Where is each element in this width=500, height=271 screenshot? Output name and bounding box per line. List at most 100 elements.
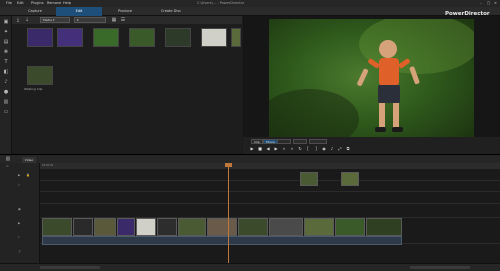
movie-mode-button[interactable]: Movie (263, 139, 278, 144)
library-thumb-label: Walking Clip (24, 87, 43, 91)
library-thumb-walking[interactable] (27, 66, 53, 85)
fast-forward-icon[interactable]: » (281, 146, 287, 152)
timeline-clip[interactable] (269, 218, 303, 236)
maximize-icon[interactable]: □ (487, 1, 490, 5)
fullscreen-icon[interactable]: ⤢ (337, 146, 343, 152)
timeline-clip[interactable] (341, 172, 359, 186)
timeline: ⇔ ▶ 🔒 ♪ ▣ ▶ ♪ ♫ 00:00:00 (0, 163, 500, 263)
snapshot-icon[interactable]: ◉ (321, 146, 327, 152)
room-toolbar: ▣ ✦ ▤ ❋ T ◧ ♪ ● ▥ ▭ (0, 16, 12, 154)
track-divider (40, 203, 500, 204)
clip-mode-button[interactable]: Clip (251, 139, 263, 144)
mode-bar: Capture Edit Produce Create Disc PowerDi… (0, 7, 500, 17)
timeline-clip[interactable] (238, 218, 268, 236)
library-thumb-5[interactable] (165, 28, 191, 47)
timeline-clip[interactable] (136, 218, 156, 236)
playhead[interactable] (225, 163, 232, 263)
boy-figure (269, 19, 474, 147)
timecode-display (309, 139, 327, 144)
tab-edit[interactable]: Edit (56, 7, 102, 16)
tab-produce[interactable]: Produce (102, 7, 148, 16)
menu-remove[interactable]: Remove (47, 1, 61, 5)
volume-icon[interactable]: ♪ (329, 146, 335, 152)
timeline-clip[interactable] (178, 218, 206, 236)
transition-room-icon[interactable]: ◧ (2, 69, 10, 76)
download-icon[interactable]: ⇣ (23, 16, 31, 24)
grid-view-icon[interactable]: ▦ (110, 16, 118, 24)
library-thumb-2[interactable] (57, 28, 83, 47)
library-view-dropdown[interactable]: ▾ (74, 17, 106, 23)
ruler-tick: 00:00:00 (42, 164, 54, 167)
zoom-slider[interactable] (410, 266, 470, 269)
minimize-icon[interactable]: – (480, 1, 482, 5)
timeline-clip[interactable] (300, 172, 318, 186)
track-divider (40, 191, 500, 192)
timeline-clip[interactable] (366, 218, 402, 236)
mark-in-icon[interactable]: [ (305, 146, 311, 152)
media-filter-dropdown[interactable]: Media ▾ (40, 17, 70, 23)
pip-room-icon[interactable]: ▤ (2, 39, 10, 46)
menu-edit[interactable]: Edit (17, 1, 24, 5)
track-headers: ⇔ ▶ 🔒 ♪ ▣ ▶ ♪ ♫ (0, 163, 40, 263)
timeline-clip[interactable] (117, 218, 135, 236)
timeline-clip[interactable] (335, 218, 365, 236)
effect-room-icon[interactable]: ✦ (2, 29, 10, 36)
preview-option-button[interactable] (293, 139, 307, 144)
track-video-icon: ▶ (18, 173, 21, 177)
subtitle-room-icon[interactable]: ▭ (2, 109, 10, 116)
library-thumb-7[interactable] (231, 28, 241, 47)
media-room-icon[interactable]: ▣ (2, 19, 10, 26)
fit-icon[interactable]: ⇔ (6, 164, 9, 168)
preview-panel (243, 16, 500, 154)
audio-mix-icon[interactable]: ♪ (2, 79, 10, 86)
stop-icon[interactable]: ■ (257, 146, 263, 152)
title-room-icon[interactable]: T (2, 59, 10, 66)
timeline-view-icon[interactable]: ▥ (4, 156, 12, 163)
repeat-icon[interactable]: ↻ (297, 146, 303, 152)
status-bar (0, 263, 500, 271)
timeline-clip[interactable] (157, 218, 177, 236)
document-title: C:\Users\... - PowerDirector (197, 1, 245, 5)
timeline-clip[interactable] (304, 218, 334, 236)
import-icon[interactable]: ⤓ (14, 16, 22, 24)
track-music-icon: ♫ (18, 249, 21, 253)
media-filter-value: Media (43, 18, 53, 22)
media-library: ⤓ ⇣ Media ▾ ▾ ▦ ☰ Walking Clip (12, 16, 242, 154)
menu-plugins[interactable]: Plugins (31, 1, 44, 5)
timeline-scrollbar[interactable] (40, 266, 100, 269)
library-toolbar: ⤓ ⇣ Media ▾ ▾ ▦ ☰ (12, 16, 242, 24)
previous-frame-icon[interactable]: ◀ (265, 146, 271, 152)
particle-room-icon[interactable]: ❋ (2, 49, 10, 56)
timeline-clip[interactable] (73, 218, 93, 236)
preview-option-button[interactable] (277, 139, 291, 144)
title-bar: File Edit Plugins Remove Help C:\Users\.… (0, 0, 500, 7)
track-audio-icon: ♪ (18, 183, 20, 187)
track-pip-icon: ▣ (18, 207, 21, 211)
timeline-clip[interactable] (207, 218, 237, 236)
next-frame-icon[interactable]: ▶ (273, 146, 279, 152)
undock-icon[interactable]: ⧉ (345, 146, 351, 152)
rewind-icon[interactable]: « (289, 146, 295, 152)
chapter-room-icon[interactable]: ▥ (2, 99, 10, 106)
timeline-clip[interactable] (42, 218, 72, 236)
library-thumb-6[interactable] (201, 28, 227, 47)
timeline-header: ▥ Video (0, 154, 500, 163)
timeline-clip[interactable] (94, 218, 116, 236)
play-icon[interactable]: ▶ (249, 146, 255, 152)
menu-file[interactable]: File (6, 1, 12, 5)
track-divider (40, 180, 500, 181)
audio-clip[interactable] (42, 236, 402, 245)
library-thumb-4[interactable] (129, 28, 155, 47)
tab-capture[interactable]: Capture (14, 7, 56, 16)
menu-help[interactable]: Help (63, 1, 71, 5)
library-thumb-3[interactable] (93, 28, 119, 47)
timeline-ruler[interactable]: 00:00:00 (40, 163, 500, 169)
mark-out-icon[interactable]: ] (313, 146, 319, 152)
library-thumb-1[interactable] (27, 28, 53, 47)
voice-over-icon[interactable]: ● (2, 89, 10, 96)
close-icon[interactable]: × (494, 1, 497, 5)
tab-create-disc[interactable]: Create Disc (148, 7, 194, 16)
list-view-icon[interactable]: ☰ (119, 16, 127, 24)
lock-icon[interactable]: 🔒 (26, 173, 30, 177)
playhead-handle[interactable] (225, 163, 232, 167)
